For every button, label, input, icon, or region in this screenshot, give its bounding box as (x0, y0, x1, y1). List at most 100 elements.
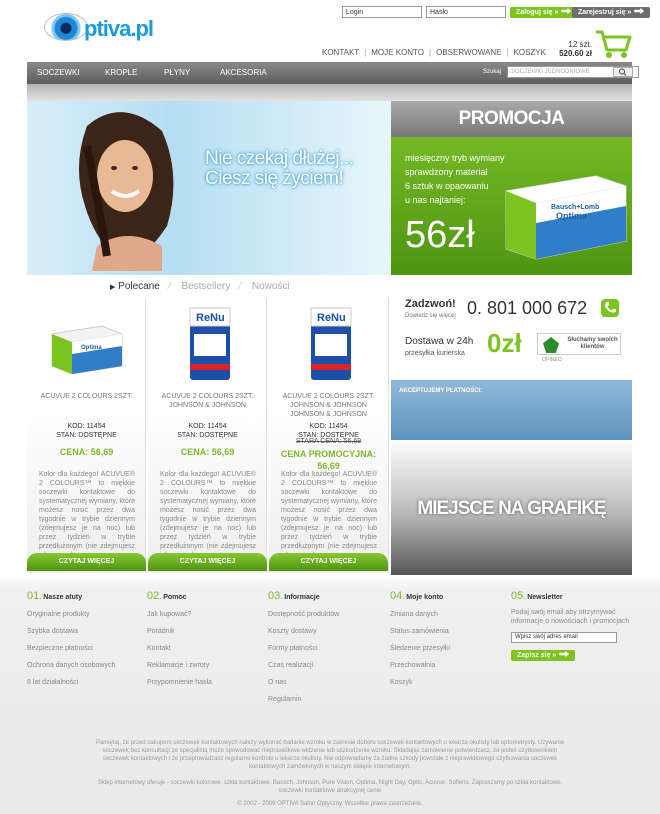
nav-item-plyny[interactable]: PŁYNY (164, 68, 190, 77)
product-box-label: Optima (81, 345, 102, 351)
footer-link[interactable]: 8 lat działalności (27, 679, 147, 696)
top-link-obserwowane[interactable]: OBSERWOWANE (436, 48, 501, 57)
product-code: KOD: 11454 (67, 423, 106, 430)
footer-link[interactable]: Jak kupować? (147, 611, 267, 628)
call-heading: Zadzwoń! (405, 298, 456, 310)
phone-number[interactable]: 0. 801 000 672 (467, 298, 587, 319)
arrow-right-icon (561, 8, 572, 14)
delivery-subtext: przesyłka kurierska (405, 350, 465, 357)
top-link-kontakt[interactable]: KONTAKT (322, 48, 359, 57)
footer-link[interactable]: Status zamówienia (390, 628, 510, 645)
graphic-label: MIEJSCE NA GRAFIKĘ (417, 498, 606, 519)
login-field[interactable]: Login (342, 6, 422, 18)
footer-col-title: Moje konto (406, 594, 444, 601)
newsletter-subscribe-button[interactable]: Zapisz się » (511, 650, 576, 661)
search-label: Szukaj (483, 69, 502, 75)
promo-banner[interactable]: PROMOCJA miesięczny tryb wymiany sprawdz… (391, 101, 632, 275)
smiling-woman-image (78, 112, 174, 271)
footer-link[interactable]: Formy płatności (268, 645, 388, 662)
product-card[interactable]: Optima ACUVUE 2 COLOURS 2SZT. KOD: 11454… (27, 298, 146, 573)
footer-link[interactable]: Zmiana danych (390, 611, 510, 628)
read-more-button[interactable]: CZYTAJ WIĘCEJ (27, 553, 146, 571)
footer-col-number: 05. (511, 590, 527, 602)
tab-polecane-arrow-icon: ▶ (110, 284, 116, 291)
footer-disclaimer: Pamiętaj, że przed zakupem soczewek kont… (95, 740, 565, 770)
shopping-cart-icon[interactable] (594, 28, 632, 60)
product-name[interactable]: ACUVUE 2 COLOURS 2SZT. JOHNSON & JOHNSON… (269, 392, 388, 419)
product-box-label: ReNu (317, 312, 346, 324)
product-name[interactable]: ACUVUE 2 COLOURS 2SZT. (27, 392, 146, 401)
contact-box: Zadzwoń! Dowiedz się więcej 0. 801 000 6… (391, 290, 632, 378)
password-field[interactable]: Hasło (426, 6, 506, 18)
product-brand: JOHNSON & JOHNSON (168, 402, 246, 409)
footer-link[interactable]: Reklamacje i zwroty (147, 662, 267, 679)
promo-description: miesięczny tryb wymiany sprawdzony mater… (405, 151, 505, 207)
promo-title: PROMOCJA (391, 101, 632, 137)
nav-item-krople[interactable]: KROPLE (105, 68, 137, 77)
newsletter-button-label: Zapisz się » (517, 652, 557, 659)
product-name[interactable]: ACUVUE 2 COLOURS 2SZT. JOHNSON & JOHNSON (148, 392, 267, 410)
read-more-button[interactable]: CZYTAJ WIĘCEJ (269, 553, 388, 571)
tab-bestsellery[interactable]: Bestsellery (181, 281, 230, 292)
search-button[interactable] (613, 67, 633, 77)
tab-polecane[interactable]: Polecane (118, 281, 160, 292)
logo-text: ptiva.pl (84, 16, 154, 41)
register-button[interactable]: Zarejestruj się » (572, 7, 651, 18)
cart-summary[interactable]: 12 szt. 520.60 zł (522, 40, 592, 58)
opineo-badge[interactable]: Słuchamy swoich klientów (537, 333, 621, 355)
graphic-placeholder: MIEJSCE NA GRAFIKĘ (391, 440, 632, 575)
footer-link[interactable]: Koszty dostawy (268, 628, 388, 645)
footer-col-number: 03. (268, 590, 284, 602)
main-nav: SOCZEWKI KROPLE PŁYNY AKCESORIA Szukaj S… (27, 62, 639, 84)
product-card[interactable]: ReNu ACUVUE 2 COLOURS 2SZT. JOHNSON & JO… (148, 298, 267, 573)
nav-item-soczewki[interactable]: SOCZEWKI (37, 68, 80, 77)
footer-link[interactable]: Bezpieczne płatności (27, 645, 147, 662)
hero-banner[interactable]: Nie czekaj dłużej... Ciesz się życiem! (27, 101, 391, 275)
promo-line: u nas najtaniej: (405, 195, 466, 205)
payments-label: AKCEPTUJEMY PŁATNOŚCI: (399, 388, 483, 394)
footer-link[interactable]: Kontakt (147, 645, 267, 662)
footer-link[interactable]: Czas realizacji (268, 662, 388, 679)
footer-link[interactable]: Szybka dostawa (27, 628, 147, 645)
footer-link[interactable]: Dostępność produktów (268, 611, 388, 628)
call-more-link[interactable]: Dowiedz się więcej (405, 313, 456, 319)
promo-box-brand: Bausch+Lomb (551, 204, 599, 211)
product-brand: JOHNSON & JOHNSON (289, 402, 367, 409)
product-code: KOD: 11454 (309, 423, 348, 430)
product-box-label: ReNu (196, 312, 225, 324)
footer-copyright: © 2002 - 2009 OPTIVA Salon Optyczny. Wsz… (237, 801, 423, 807)
product-stock: STAN: DOSTĘPNE (177, 432, 238, 439)
opineo-badge-text: Słuchamy swoich klientów (567, 337, 618, 350)
nav-item-akcesoria[interactable]: AKCESORIA (220, 68, 267, 77)
footer-link[interactable]: Koszyk (390, 679, 510, 696)
footer-link[interactable]: Poradnik (147, 628, 267, 645)
footer-link[interactable]: Przechowalnia (390, 662, 510, 679)
footer-column-informacje: 03. Informacje Dostępność produktów Kosz… (268, 590, 388, 713)
footer-link[interactable]: Ochrona danych osobowych (27, 662, 147, 679)
read-more-button[interactable]: CZYTAJ WIĘCEJ (148, 553, 267, 571)
newsletter-email-input[interactable]: Wpisz swój adres email (511, 632, 617, 643)
product-name-line: ACUVUE 2 COLOURS 2SZT. (40, 393, 133, 400)
footer-link[interactable]: O nas (268, 679, 388, 696)
footer-column-pomoc: 02. Pomoc Jak kupować? Poradnik Kontakt … (147, 590, 267, 696)
tab-nowosci[interactable]: Nowości (252, 281, 290, 292)
product-meta: KOD: 11454 STAN: DOSTĘPNE (148, 422, 267, 440)
newsletter-description: Podaj swój email aby otrzymywać informac… (511, 609, 630, 625)
footer-col-number: 04. (390, 590, 406, 602)
footer-col-title: Nasze atuty (43, 594, 83, 601)
footer-link[interactable]: Regulamin (268, 696, 388, 713)
product-bottle-image: ReNu (189, 307, 231, 380)
product-price: CENA: 56,69 (180, 447, 235, 457)
product-brand: JOHNSON & JOHNSON (289, 411, 367, 418)
footer-column-newsletter: 05. Newsletter (511, 590, 631, 602)
footer-link[interactable]: Oryginalne produkty (27, 611, 147, 628)
hero-slogan: Nie czekaj dłużej... Ciesz się życiem! (205, 149, 354, 189)
login-button[interactable]: Zaloguj się » (510, 7, 578, 18)
product-card[interactable]: ReNu ACUVUE 2 COLOURS 2SZT. JOHNSON & JO… (269, 298, 389, 573)
footer-link[interactable]: Śledzenie przesyłki (390, 645, 510, 662)
top-link-moje-konto[interactable]: MOJE KONTO (371, 48, 424, 57)
footer-link[interactable]: Przypomnienie hasła (147, 679, 267, 696)
product-description: Kolor dla każdego! ACUVUE® 2 COLOURS™ to… (39, 471, 135, 559)
site-logo[interactable]: ptiva.pl (44, 10, 154, 50)
top-links: KONTAKT | MOJE KONTO | OBSERWOWANE | KOSZYK (322, 48, 546, 57)
